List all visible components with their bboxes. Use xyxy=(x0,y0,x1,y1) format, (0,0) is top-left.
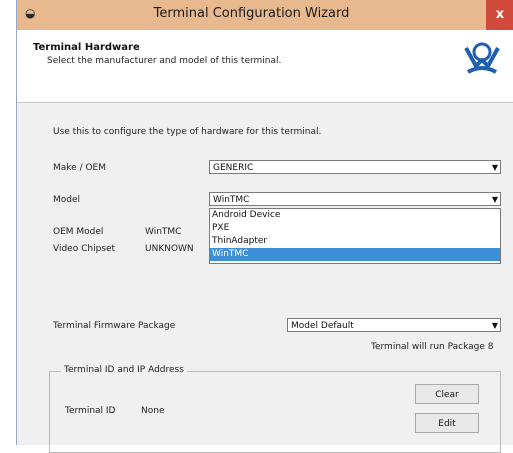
chevron-down-icon: ▼ xyxy=(491,195,498,204)
oem-model-label: OEM Model xyxy=(53,227,104,237)
firmware-dropdown[interactable]: Model Default ▼ xyxy=(287,318,501,332)
edit-button[interactable]: Edit xyxy=(415,413,479,433)
model-option-thinadapter[interactable]: ThinAdapter xyxy=(210,235,500,248)
model-label: Model xyxy=(53,195,81,205)
make-oem-value: GENERIC xyxy=(213,163,254,173)
header-title: Terminal Hardware xyxy=(33,42,140,53)
terminal-id-group-legend: Terminal ID and IP Address xyxy=(61,365,187,375)
firmware-label: Terminal Firmware Package xyxy=(53,321,176,331)
wizard-header: Terminal Hardware Select the manufacture… xyxy=(17,30,513,103)
close-button[interactable]: x xyxy=(486,0,513,30)
model-value: WinTMC xyxy=(213,195,250,205)
terminal-id-label: Terminal ID xyxy=(65,406,116,416)
intro-text: Use this to configure the type of hardwa… xyxy=(53,127,322,137)
chevron-down-icon: ▼ xyxy=(491,163,498,172)
make-oem-label: Make / OEM xyxy=(53,163,106,173)
model-dropdown[interactable]: WinTMC ▼ xyxy=(209,192,501,206)
firmware-value: Model Default xyxy=(291,321,354,331)
wizard-window: ◒ Terminal Configuration Wizard x Termin… xyxy=(16,0,513,453)
model-option-android[interactable]: Android Device xyxy=(210,209,500,222)
header-subtitle: Select the manufacturer and model of thi… xyxy=(47,56,282,66)
terminal-id-value: None xyxy=(141,406,165,416)
video-chipset-label: Video Chipset xyxy=(53,244,116,254)
make-oem-dropdown[interactable]: GENERIC ▼ xyxy=(209,160,501,174)
chevron-down-icon: ▼ xyxy=(491,321,498,330)
model-option-wintmc[interactable]: WinTMC xyxy=(210,248,500,261)
firmware-note: Terminal will run Package 8 xyxy=(371,342,494,352)
video-chipset-value: UNKNOWN xyxy=(145,244,194,254)
thinmanager-logo-icon xyxy=(464,42,500,74)
oem-model-value: WinTMC xyxy=(145,227,182,237)
clear-button[interactable]: Clear xyxy=(415,384,479,404)
model-option-pxe[interactable]: PXE xyxy=(210,222,500,235)
title-bar: ◒ Terminal Configuration Wizard x xyxy=(17,0,513,30)
model-options-list: Android Device PXE ThinAdapter WinTMC xyxy=(209,208,501,264)
window-title: Terminal Configuration Wizard xyxy=(153,6,350,21)
